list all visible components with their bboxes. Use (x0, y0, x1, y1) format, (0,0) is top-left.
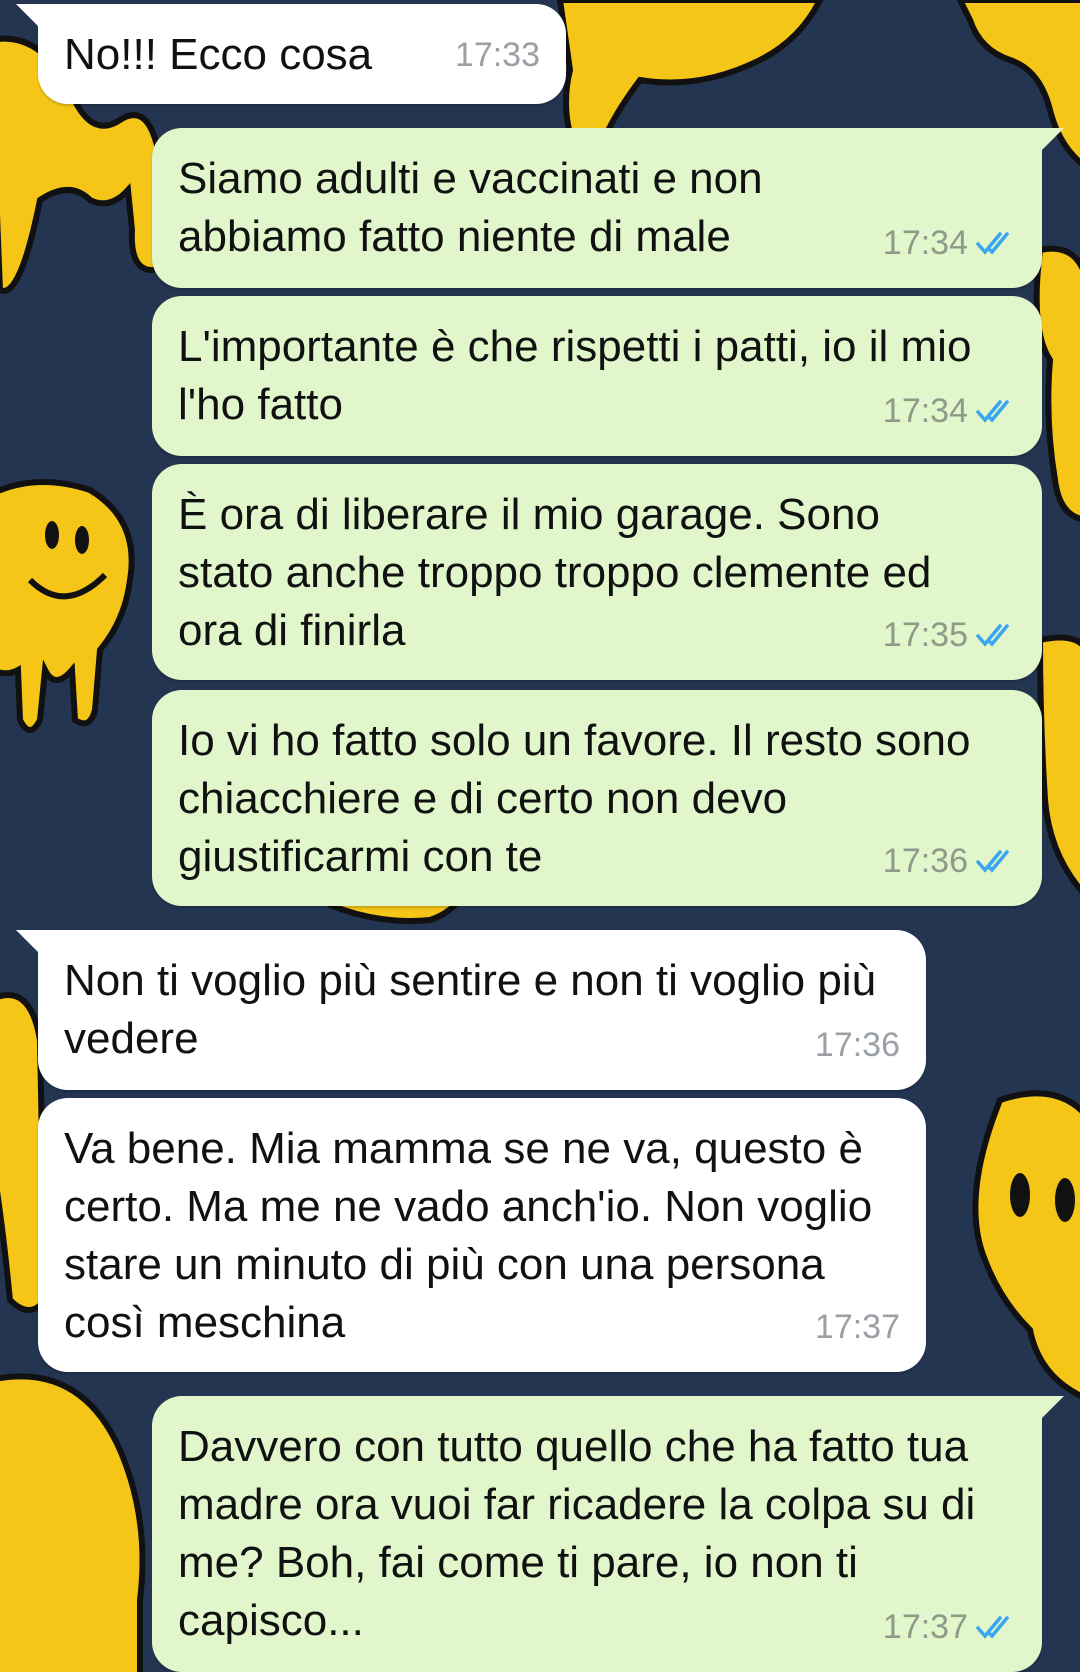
message-text: Davvero con tutto quello che ha fatto tu… (178, 1422, 988, 1645)
bubble-tail (16, 4, 40, 28)
bubble-tail (1040, 128, 1064, 152)
chat-conversation: No!!! Ecco cosa 17:33 Siamo adulti e vac… (0, 0, 1080, 1672)
message-text: Non ti voglio più sentire e non ti vogli… (64, 956, 889, 1063)
message-text: Va bene. Mia mamma se ne va, questo è ce… (64, 1124, 885, 1347)
message-time: 17:35 (882, 616, 968, 654)
message-time: 17:36 (814, 1026, 900, 1064)
message-bubble-outgoing[interactable]: L'importante è che rispetti i patti, io … (152, 296, 1042, 456)
message-bubble-outgoing[interactable]: Io vi ho fatto solo un favore. Il resto … (152, 690, 1042, 906)
read-double-check-icon (976, 850, 1009, 873)
message-bubble-incoming[interactable]: Va bene. Mia mamma se ne va, questo è ce… (38, 1098, 926, 1372)
message-text: Siamo adulti e vaccinati e non abbiamo f… (178, 154, 775, 261)
message-time: 17:34 (882, 392, 968, 430)
message-text: L'importante è che rispetti i patti, io … (178, 322, 984, 429)
message-text: È ora di liberare il mio garage. Sono st… (178, 490, 944, 655)
message-bubble-incoming[interactable]: No!!! Ecco cosa 17:33 (16, 4, 566, 104)
bubble-tail (1040, 1396, 1064, 1420)
message-time: 17:36 (882, 842, 968, 880)
read-double-check-icon (976, 1616, 1009, 1639)
message-text: Io vi ho fatto solo un favore. Il resto … (178, 716, 983, 881)
message-bubble-outgoing[interactable]: È ora di liberare il mio garage. Sono st… (152, 464, 1042, 680)
read-double-check-icon (976, 624, 1009, 647)
message-bubble-outgoing[interactable]: Davvero con tutto quello che ha fatto tu… (152, 1396, 1064, 1672)
message-bubble-outgoing[interactable]: Siamo adulti e vaccinati e non abbiamo f… (152, 128, 1064, 288)
bubble-tail (16, 930, 40, 954)
message-time: 17:33 (454, 36, 540, 74)
read-double-check-icon (976, 232, 1009, 255)
message-bubble-incoming[interactable]: Non ti voglio più sentire e non ti vogli… (16, 930, 926, 1090)
message-time: 17:37 (814, 1308, 900, 1346)
message-time: 17:34 (882, 224, 968, 262)
read-double-check-icon (976, 400, 1009, 423)
message-time: 17:37 (882, 1608, 968, 1646)
